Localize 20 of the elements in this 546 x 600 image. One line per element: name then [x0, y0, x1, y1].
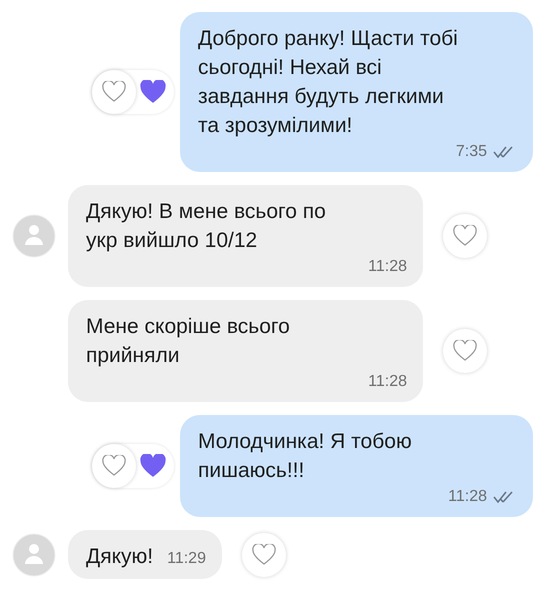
heart-icon — [252, 544, 276, 566]
heart-icon — [453, 340, 477, 362]
message-time: 11:28 — [368, 372, 407, 392]
message-text: Дякую! — [86, 544, 154, 570]
message-text: Доброго ранку! Щасти тобі сьогодні! Нехай всі завдання будуть легкими та зрозумілими! — [198, 26, 459, 139]
message-time: 11:28 — [368, 257, 407, 277]
like-button[interactable] — [443, 214, 487, 258]
message-time: 11:29 — [167, 549, 206, 569]
message-text: Дякую! В мене всього по укр вийшло 10/12 — [86, 199, 327, 254]
heart-icon — [453, 225, 477, 247]
heart-icon — [102, 455, 126, 477]
message-time: 11:28 — [448, 487, 487, 507]
message-text: Мене скоріше всього прийняли — [86, 314, 291, 369]
like-button[interactable] — [443, 329, 487, 373]
like-button[interactable] — [242, 532, 286, 576]
message-time: 7:35 — [456, 142, 487, 162]
reaction-pill[interactable] — [92, 70, 174, 114]
heart-icon — [102, 81, 126, 103]
message-text: Молодчинка! Я тобою пишаюсь!!! — [198, 429, 413, 484]
reaction-pill[interactable] — [92, 444, 174, 488]
